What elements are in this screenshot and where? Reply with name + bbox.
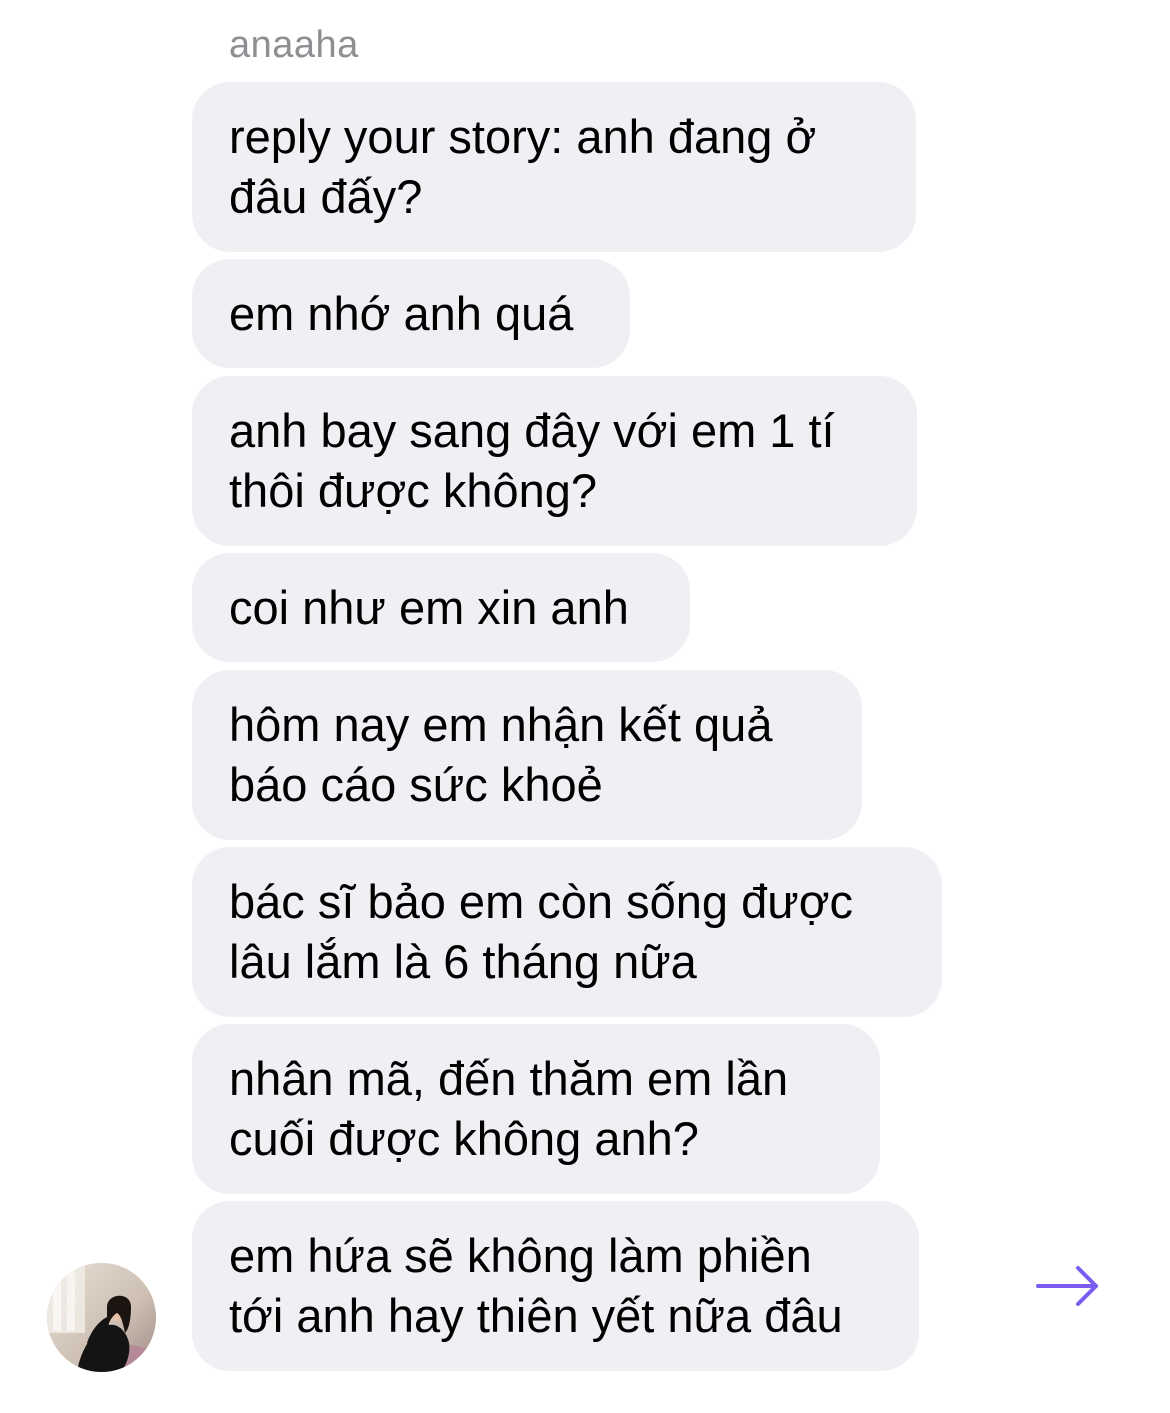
message-text: bác sĩ bảo em còn sống được lâu lắm là 6… xyxy=(229,875,854,988)
sender-name: anaaha xyxy=(229,24,359,66)
avatar[interactable] xyxy=(47,1263,156,1372)
message-text: anh bay sang đây với em 1 tí thôi được k… xyxy=(229,404,835,517)
message-bubble[interactable]: nhân mã, đến thăm em lần cuối được không… xyxy=(192,1024,880,1194)
message-text: hôm nay em nhận kết quả báo cáo sức khoẻ xyxy=(229,698,773,811)
message-bubble[interactable]: hôm nay em nhận kết quả báo cáo sức khoẻ xyxy=(192,670,862,840)
message-bubble[interactable]: bác sĩ bảo em còn sống được lâu lắm là 6… xyxy=(192,847,942,1017)
message-bubble[interactable]: em nhớ anh quá xyxy=(192,259,630,368)
message-bubble[interactable]: anh bay sang đây với em 1 tí thôi được k… xyxy=(192,376,917,546)
message-bubble[interactable]: reply your story: anh đang ở đâu đấy? xyxy=(192,82,916,252)
message-bubble[interactable]: em hứa sẽ không làm phiền tới anh hay th… xyxy=(192,1201,919,1371)
message-text: em nhớ anh quá xyxy=(229,286,574,340)
message-bubble[interactable]: coi như em xin anh xyxy=(192,553,690,662)
arrow-right-icon[interactable] xyxy=(1034,1262,1102,1310)
message-text: em hứa sẽ không làm phiền tới anh hay th… xyxy=(229,1229,843,1342)
message-text: reply your story: anh đang ở đâu đấy? xyxy=(229,110,817,223)
message-text: nhân mã, đến thăm em lần cuối được không… xyxy=(229,1052,789,1165)
avatar-photo xyxy=(47,1263,156,1372)
message-text: coi như em xin anh xyxy=(229,580,629,634)
